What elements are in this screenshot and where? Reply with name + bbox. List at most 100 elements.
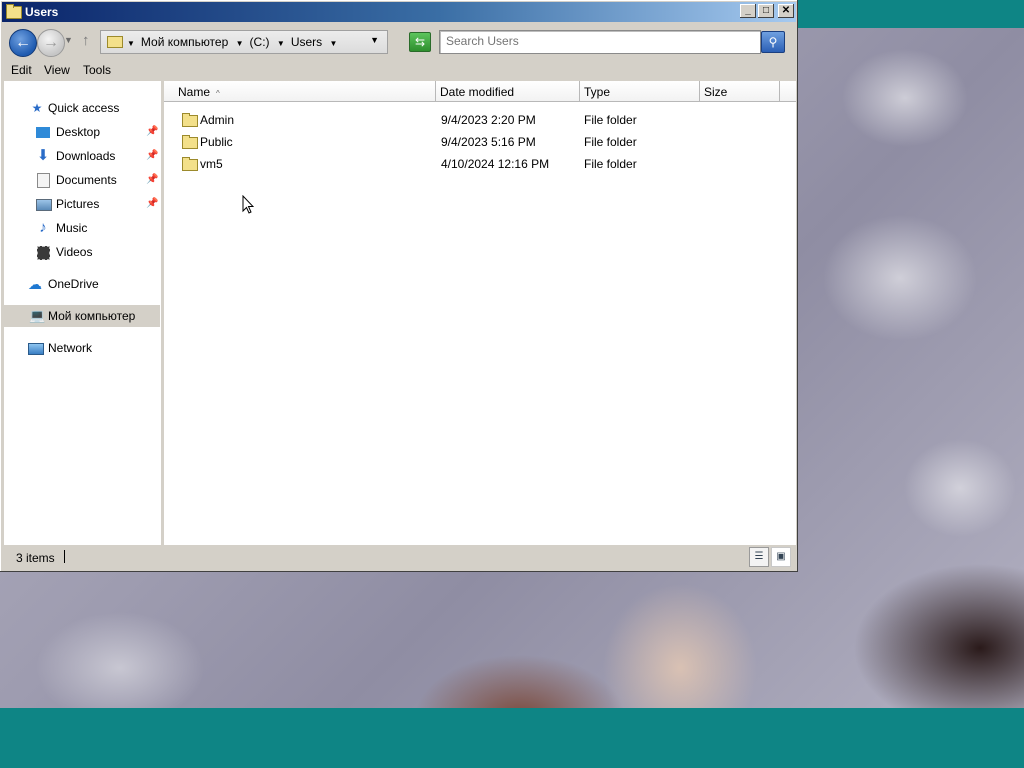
recent-locations-dropdown[interactable]: ▼ <box>64 35 73 45</box>
navigation-pane: ★ Quick access Desktop 📌 ⬇ Downloads 📌 D… <box>4 81 161 545</box>
file-name: Admin <box>200 113 235 127</box>
nav-this-pc[interactable]: 💻 Мой компьютер <box>4 305 160 327</box>
chevron-right-icon[interactable]: ▼ <box>236 39 244 48</box>
nav-item-videos[interactable]: Videos <box>4 241 161 263</box>
videos-icon <box>37 246 50 260</box>
breadcrumb-my-computer[interactable]: Мой компьютер <box>141 35 228 49</box>
file-type: File folder <box>584 135 637 149</box>
search-input[interactable] <box>440 31 746 51</box>
status-divider <box>64 550 65 563</box>
arrow-right-icon: → <box>43 34 59 51</box>
menu-bar: Edit View Tools <box>2 60 796 80</box>
address-dropdown-icon[interactable]: ▼ <box>370 35 379 45</box>
desktop-background-bottom <box>0 708 1024 768</box>
details-view-icon: ☰ <box>754 551 764 562</box>
table-row[interactable]: Public 9/4/2023 5:16 PM File folder <box>164 131 796 153</box>
folder-icon <box>182 157 198 171</box>
table-row[interactable]: Admin 9/4/2023 2:20 PM File folder <box>164 109 796 131</box>
refresh-button[interactable]: ⇆ <box>409 32 431 52</box>
chevron-down-icon[interactable]: ▼ <box>330 39 338 48</box>
file-name: Public <box>200 135 233 149</box>
nav-item-downloads[interactable]: ⬇ Downloads 📌 <box>4 145 161 167</box>
search-box[interactable] <box>439 30 761 54</box>
pictures-icon <box>36 199 52 211</box>
breadcrumb: ▼ Мой компьютер ▼ (C:) ▼ Users ▼ <box>127 35 343 49</box>
nav-item-pictures[interactable]: Pictures 📌 <box>4 193 161 215</box>
star-icon: ★ <box>31 101 43 115</box>
nav-label: Pictures <box>56 197 100 211</box>
folder-icon <box>107 36 123 48</box>
desktop-background-top <box>798 0 1024 28</box>
minimize-button[interactable]: _ <box>740 4 756 18</box>
downloads-icon: ⬇ <box>36 147 50 164</box>
column-header-filler <box>780 81 796 102</box>
close-button[interactable]: ✕ <box>778 4 794 18</box>
pin-icon[interactable]: 📌 <box>146 145 158 167</box>
chevron-right-icon[interactable]: ▼ <box>127 39 135 48</box>
arrow-up-icon: ↑ <box>82 32 90 49</box>
search-icon: ⚲ <box>768 35 778 49</box>
search-button[interactable]: ⚲ <box>761 31 785 53</box>
nav-quick-access[interactable]: ★ Quick access <box>4 97 161 119</box>
forward-button[interactable]: → <box>37 29 65 57</box>
nav-label: Desktop <box>56 125 101 139</box>
large-icons-view-icon: ▣ <box>776 551 786 562</box>
column-header-type[interactable]: Type <box>580 81 700 102</box>
nav-onedrive[interactable]: ☁ OneDrive <box>4 273 161 295</box>
maximize-button[interactable]: □ <box>758 4 774 18</box>
explorer-window: Users _ □ ✕ ← → ▼ ↑ ▼ Мой компьютер ▼ (C:)… <box>0 0 798 572</box>
folder-icon <box>182 135 198 149</box>
column-headers: Name ^ Date modified Type Size <box>164 81 796 103</box>
nav-item-desktop[interactable]: Desktop 📌 <box>4 121 161 143</box>
address-toolbar: ← → ▼ ↑ ▼ Мой компьютер ▼ (C:) ▼ Users ▼ ▼ … <box>2 24 796 60</box>
menu-view[interactable]: View <box>44 63 70 77</box>
file-type: File folder <box>584 113 637 127</box>
documents-icon <box>37 173 50 188</box>
details-view-button[interactable]: ☰ <box>749 547 769 567</box>
music-icon: ♪ <box>39 219 47 236</box>
pin-icon[interactable]: 📌 <box>146 169 158 191</box>
nav-label: Мой компьютер <box>48 309 136 323</box>
chevron-right-icon[interactable]: ▼ <box>277 39 285 48</box>
back-button[interactable]: ← <box>9 29 37 57</box>
table-row[interactable]: vm5 4/10/2024 12:16 PM File folder <box>164 153 796 175</box>
computer-icon: 💻 <box>29 308 46 323</box>
file-date: 9/4/2023 2:20 PM <box>441 113 536 127</box>
large-icons-view-button[interactable]: ▣ <box>771 547 791 567</box>
status-bar: 3 items ☰ ▣ <box>2 545 796 569</box>
breadcrumb-users[interactable]: Users <box>291 35 322 49</box>
nav-label: Music <box>56 221 88 235</box>
up-button[interactable]: ↑ <box>82 32 90 49</box>
pin-icon[interactable]: 📌 <box>146 121 158 143</box>
mouse-cursor-icon <box>242 195 254 214</box>
column-header-size[interactable]: Size <box>700 81 780 102</box>
item-count: 3 items <box>16 551 55 565</box>
sort-ascending-icon: ^ <box>216 89 220 98</box>
pin-icon[interactable]: 📌 <box>146 193 158 215</box>
address-bar[interactable]: ▼ Мой компьютер ▼ (C:) ▼ Users ▼ ▼ <box>100 30 388 54</box>
nav-item-music[interactable]: ♪ Music <box>4 217 161 239</box>
nav-label: Downloads <box>56 149 116 163</box>
nav-label: Videos <box>56 245 93 259</box>
nav-label: Network <box>48 341 93 355</box>
nav-network[interactable]: Network <box>4 337 161 359</box>
column-header-name[interactable]: Name ^ <box>164 81 436 102</box>
title-bar[interactable]: Users _ □ ✕ <box>2 2 796 22</box>
refresh-icon: ⇆ <box>414 35 426 49</box>
folder-icon <box>182 113 198 127</box>
desktop-icon <box>36 127 50 138</box>
file-date: 4/10/2024 12:16 PM <box>441 157 550 171</box>
file-type: File folder <box>584 157 637 171</box>
nav-label: Quick access <box>48 101 120 115</box>
window-title: Users <box>25 5 59 19</box>
breadcrumb-drive-c[interactable]: (C:) <box>250 35 270 49</box>
menu-tools[interactable]: Tools <box>83 63 111 77</box>
file-name: vm5 <box>200 157 223 171</box>
column-header-date[interactable]: Date modified <box>436 81 580 102</box>
menu-edit[interactable]: Edit <box>11 63 32 77</box>
nav-label: Documents <box>56 173 117 187</box>
nav-label: OneDrive <box>48 277 99 291</box>
file-list: Name ^ Date modified Type Size Admin 9/4/… <box>164 81 796 545</box>
nav-item-documents[interactable]: Documents 📌 <box>4 169 161 191</box>
arrow-left-icon: ← <box>15 34 31 51</box>
